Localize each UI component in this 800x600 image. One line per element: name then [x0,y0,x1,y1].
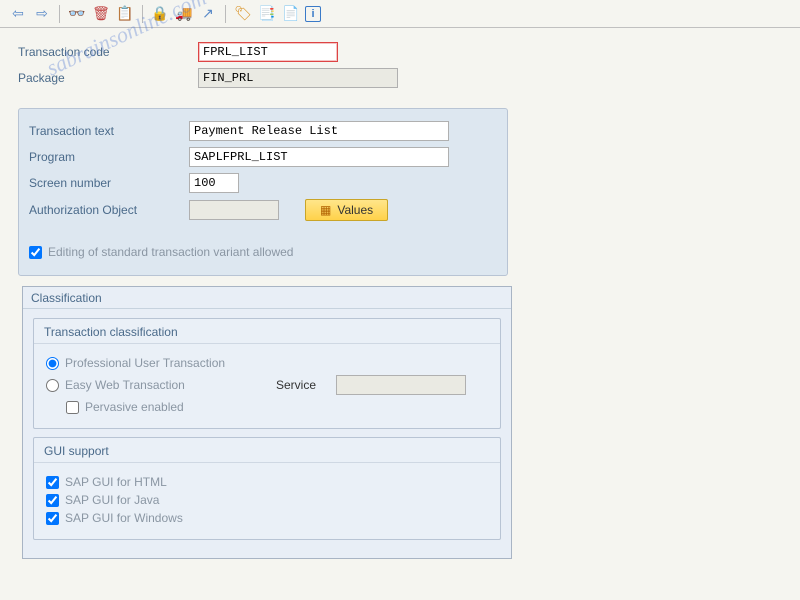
classification-title: Classification [23,286,511,309]
toolbar-separator [225,5,226,23]
toolbar-separator [59,5,60,23]
easyweb-label: Easy Web Transaction [65,378,185,392]
gui-support-group: GUI support SAP GUI for HTML SAP GUI for… [33,437,501,540]
edit-variant-row: Editing of standard transaction variant … [29,245,497,259]
package-input [198,68,398,88]
lock-icon[interactable]: 🔒 [150,4,170,24]
transaction-text-row: Transaction text [29,121,497,141]
classification-group: Classification Transaction classificatio… [22,286,512,559]
values-button-label: Values [337,203,373,217]
package-row: Package [18,68,782,88]
auth-object-row: Authorization Object ▦ Values [29,199,497,221]
professional-radio[interactable] [46,357,59,370]
transaction-code-label: Transaction code [18,45,198,59]
table-icon: ▦ [320,203,331,217]
transaction-code-row: Transaction code [18,42,782,62]
service-label: Service [276,378,336,392]
variant-icon[interactable]: 📑 [257,4,277,24]
sap-dialog-screen: sabrainsonline.com ⇦ ⇨ 👓 🗑 📋 🔒 🚚 ↗ 🏷 📑 📄… [0,0,800,600]
gui-windows-label: SAP GUI for Windows [65,511,183,525]
gui-html-row: SAP GUI for HTML [46,475,488,489]
transaction-classification-title: Transaction classification [34,319,500,344]
forward-icon[interactable]: ⇨ [32,4,52,24]
gui-java-label: SAP GUI for Java [65,493,159,507]
delete-icon[interactable]: 🗑 [91,4,111,24]
gui-html-checkbox[interactable] [46,476,59,489]
screen-number-input[interactable] [189,173,239,193]
gui-java-checkbox[interactable] [46,494,59,507]
pervasive-checkbox[interactable] [66,401,79,414]
package-label: Package [18,71,198,85]
screen-number-row: Screen number [29,173,497,193]
auth-object-input [189,200,279,220]
transaction-classification-group: Transaction classification Professional … [33,318,501,429]
gui-windows-row: SAP GUI for Windows [46,511,488,525]
gui-support-title: GUI support [34,438,500,463]
transaction-text-input[interactable] [189,121,449,141]
program-input[interactable] [189,147,449,167]
easyweb-row: Easy Web Transaction [46,378,276,392]
copy-icon[interactable]: 📋 [115,4,135,24]
transaction-code-input[interactable] [198,42,338,62]
back-icon[interactable]: ⇦ [8,4,28,24]
pervasive-label: Pervasive enabled [85,400,184,414]
transport-icon[interactable]: 🚚 [174,4,194,24]
content-area: Transaction code Package Transaction tex… [0,28,800,573]
details-panel: Transaction text Program Screen number A… [18,108,508,276]
screen-number-label: Screen number [29,176,189,190]
hierarchy-icon[interactable]: 🏷 [233,4,253,24]
docs-icon[interactable]: 📄 [281,4,301,24]
edit-variant-checkbox[interactable] [29,246,42,259]
service-input [336,375,466,395]
pervasive-row: Pervasive enabled [66,400,488,414]
values-button[interactable]: ▦ Values [305,199,388,221]
toolbar-separator [142,5,143,23]
professional-label: Professional User Transaction [65,356,225,370]
gui-windows-checkbox[interactable] [46,512,59,525]
auth-object-label: Authorization Object [29,203,189,217]
edit-variant-label: Editing of standard transaction variant … [48,245,293,259]
transaction-text-label: Transaction text [29,124,189,138]
display-icon[interactable]: 👓 [67,4,87,24]
professional-row: Professional User Transaction [46,356,488,370]
exit-icon[interactable]: ↗ [198,4,218,24]
info-icon[interactable]: i [305,6,321,22]
gui-java-row: SAP GUI for Java [46,493,488,507]
gui-html-label: SAP GUI for HTML [65,475,167,489]
toolbar: ⇦ ⇨ 👓 🗑 📋 🔒 🚚 ↗ 🏷 📑 📄 i [0,0,800,28]
program-row: Program [29,147,497,167]
program-label: Program [29,150,189,164]
easyweb-radio[interactable] [46,379,59,392]
